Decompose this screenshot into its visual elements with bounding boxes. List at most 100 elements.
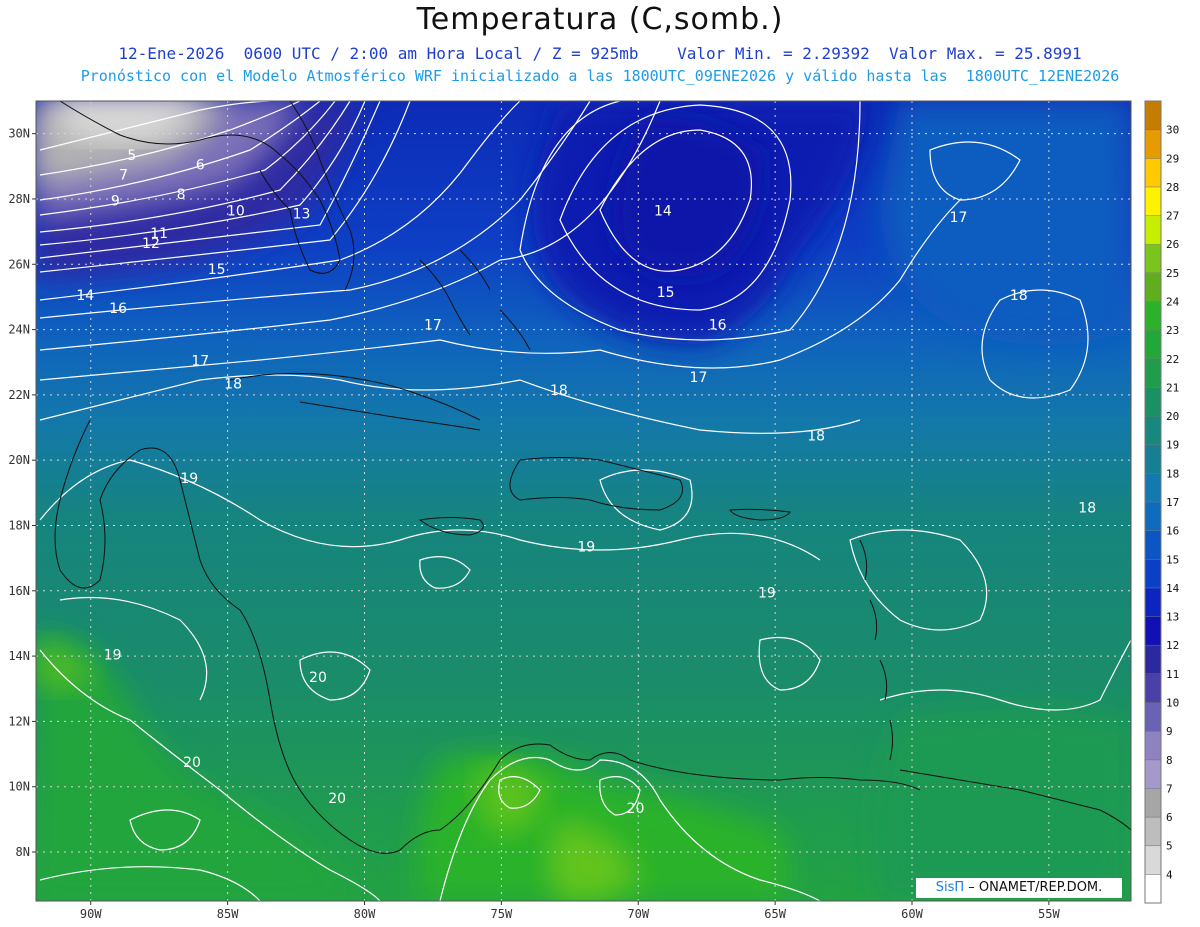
lon-tick-label: 80W — [354, 907, 376, 921]
colorbar-swatch — [1145, 416, 1161, 446]
colorbar-label: 18 — [1166, 467, 1179, 480]
colorbar-label: 20 — [1166, 410, 1179, 423]
colorbar-swatch — [1145, 587, 1161, 618]
contour-label: 10 — [227, 203, 245, 219]
lon-tick-label: 75W — [491, 907, 513, 921]
colorbar-swatch — [1145, 330, 1161, 360]
colorbar-swatch — [1145, 559, 1161, 589]
colorbar-swatch — [1145, 731, 1161, 761]
colorbar-swatch — [1145, 645, 1161, 675]
colorbar-label: 17 — [1166, 496, 1179, 509]
colorbar-swatch — [1145, 244, 1161, 274]
colorbar-swatch — [1145, 215, 1161, 245]
temperature-map: 5 6 7 8 9 10 11 12 13 14 14 15 15 16 16 17 17 17 17 18 18 18 1… — [8, 100, 1180, 921]
contour-label: 19 — [104, 647, 122, 663]
contour-label: 17 — [424, 318, 442, 334]
sis-logo-text: SisΠ — [935, 880, 965, 895]
colorbar-label: 13 — [1166, 611, 1179, 624]
colorbar-label: 5 — [1166, 840, 1173, 853]
colorbar-swatch — [1145, 502, 1161, 532]
colorbar-label: 25 — [1166, 267, 1179, 280]
contour-label: 6 — [196, 158, 205, 174]
longitude-axis: 90W 85W 80W 75W 70W 65W 60W 55W — [80, 901, 1060, 921]
lat-tick-label: 20N — [8, 453, 30, 467]
lon-tick-label: 90W — [80, 907, 102, 921]
colorbar-label: 11 — [1166, 668, 1179, 681]
lon-tick-label: 60W — [901, 907, 923, 921]
colorbar-label: 12 — [1166, 639, 1179, 652]
contour-label: 16 — [109, 301, 127, 317]
lat-tick-label: 24N — [8, 323, 30, 337]
lat-tick-label: 10N — [8, 780, 30, 794]
contour-label: 14 — [654, 203, 672, 219]
colorbar-label: 16 — [1166, 525, 1179, 538]
colorbar-label: 23 — [1166, 324, 1179, 337]
colorbar: 4 5 6 7 8 9 10 11 12 13 14 15 16 17 18 19 20 21 22 23 24 25 26… — [1144, 100, 1180, 904]
lat-tick-label: 30N — [8, 127, 30, 141]
contour-label: 19 — [577, 540, 595, 556]
lat-tick-label: 12N — [8, 714, 30, 728]
contour-label: 8 — [177, 187, 186, 203]
colorbar-label: 15 — [1166, 553, 1179, 566]
contour-label: 19 — [180, 471, 198, 487]
colorbar-swatch — [1145, 616, 1161, 646]
credit-text: – ONAMET/REP.DOM. — [964, 880, 1103, 895]
colorbar-swatch — [1145, 874, 1161, 904]
colorbar-label: 14 — [1166, 582, 1180, 595]
colorbar-label: 8 — [1166, 754, 1173, 767]
contour-label: 16 — [709, 318, 727, 334]
colorbar-label: 10 — [1166, 697, 1179, 710]
colorbar-label: 30 — [1166, 124, 1179, 137]
colorbar-label: 29 — [1166, 152, 1179, 165]
contour-label: 17 — [191, 353, 209, 369]
contour-label: 13 — [293, 207, 311, 223]
credit-box: SisΠ – ONAMET/REP.DOM. — [916, 878, 1122, 898]
contour-label: 17 — [950, 210, 968, 226]
colorbar-label: 9 — [1166, 725, 1173, 738]
colorbar-label: 4 — [1166, 868, 1173, 881]
colorbar-swatch — [1145, 101, 1161, 131]
contour-label: 20 — [183, 755, 201, 771]
colorbar-swatch — [1145, 817, 1161, 847]
colorbar-label: 21 — [1166, 381, 1179, 394]
lat-tick-label: 14N — [8, 649, 30, 663]
colorbar-swatch — [1145, 530, 1161, 560]
colorbar-swatch — [1145, 788, 1161, 818]
lon-tick-label: 70W — [627, 907, 649, 921]
colorbar-label: 24 — [1166, 296, 1180, 309]
contour-label: 20 — [627, 801, 645, 817]
colorbar-swatch — [1145, 129, 1161, 159]
colorbar-label: 28 — [1166, 181, 1179, 194]
lon-tick-label: 65W — [764, 907, 786, 921]
colorbar-label: 22 — [1166, 353, 1179, 366]
contour-label: 18 — [550, 383, 568, 399]
contour-label: 20 — [309, 670, 327, 686]
colorbar-swatch — [1145, 358, 1161, 388]
contour-label: 12 — [142, 236, 160, 252]
contour-label: 5 — [127, 148, 136, 164]
contour-label: 18 — [807, 429, 825, 445]
colorbar-swatch — [1145, 673, 1161, 703]
lat-tick-label: 26N — [8, 257, 30, 271]
contour-label: 20 — [328, 791, 346, 807]
colorbar-swatch — [1145, 444, 1161, 474]
contour-label: 18 — [1010, 288, 1028, 304]
colorbar-swatch — [1145, 845, 1161, 875]
contour-label: 7 — [119, 167, 128, 183]
contour-label: 18 — [224, 376, 242, 392]
colorbar-swatch — [1145, 387, 1161, 417]
contour-label: 18 — [1078, 500, 1096, 516]
colorbar-swatch — [1145, 473, 1161, 503]
lat-tick-label: 8N — [16, 845, 30, 859]
colorbar-swatch — [1145, 272, 1161, 302]
colorbar-label: 7 — [1166, 782, 1173, 795]
colorbar-swatch — [1145, 158, 1161, 188]
contour-label: 14 — [76, 288, 94, 304]
colorbar-label: 27 — [1166, 210, 1179, 223]
contour-label: 19 — [758, 585, 776, 601]
latitude-axis: 30N 28N 26N 24N 22N 20N 18N 16N 14N 12N 10N 8N — [8, 127, 36, 859]
colorbar-swatch — [1145, 186, 1161, 217]
lon-tick-label: 85W — [217, 907, 239, 921]
lon-tick-label: 55W — [1038, 907, 1060, 921]
colorbar-swatch — [1145, 702, 1161, 732]
